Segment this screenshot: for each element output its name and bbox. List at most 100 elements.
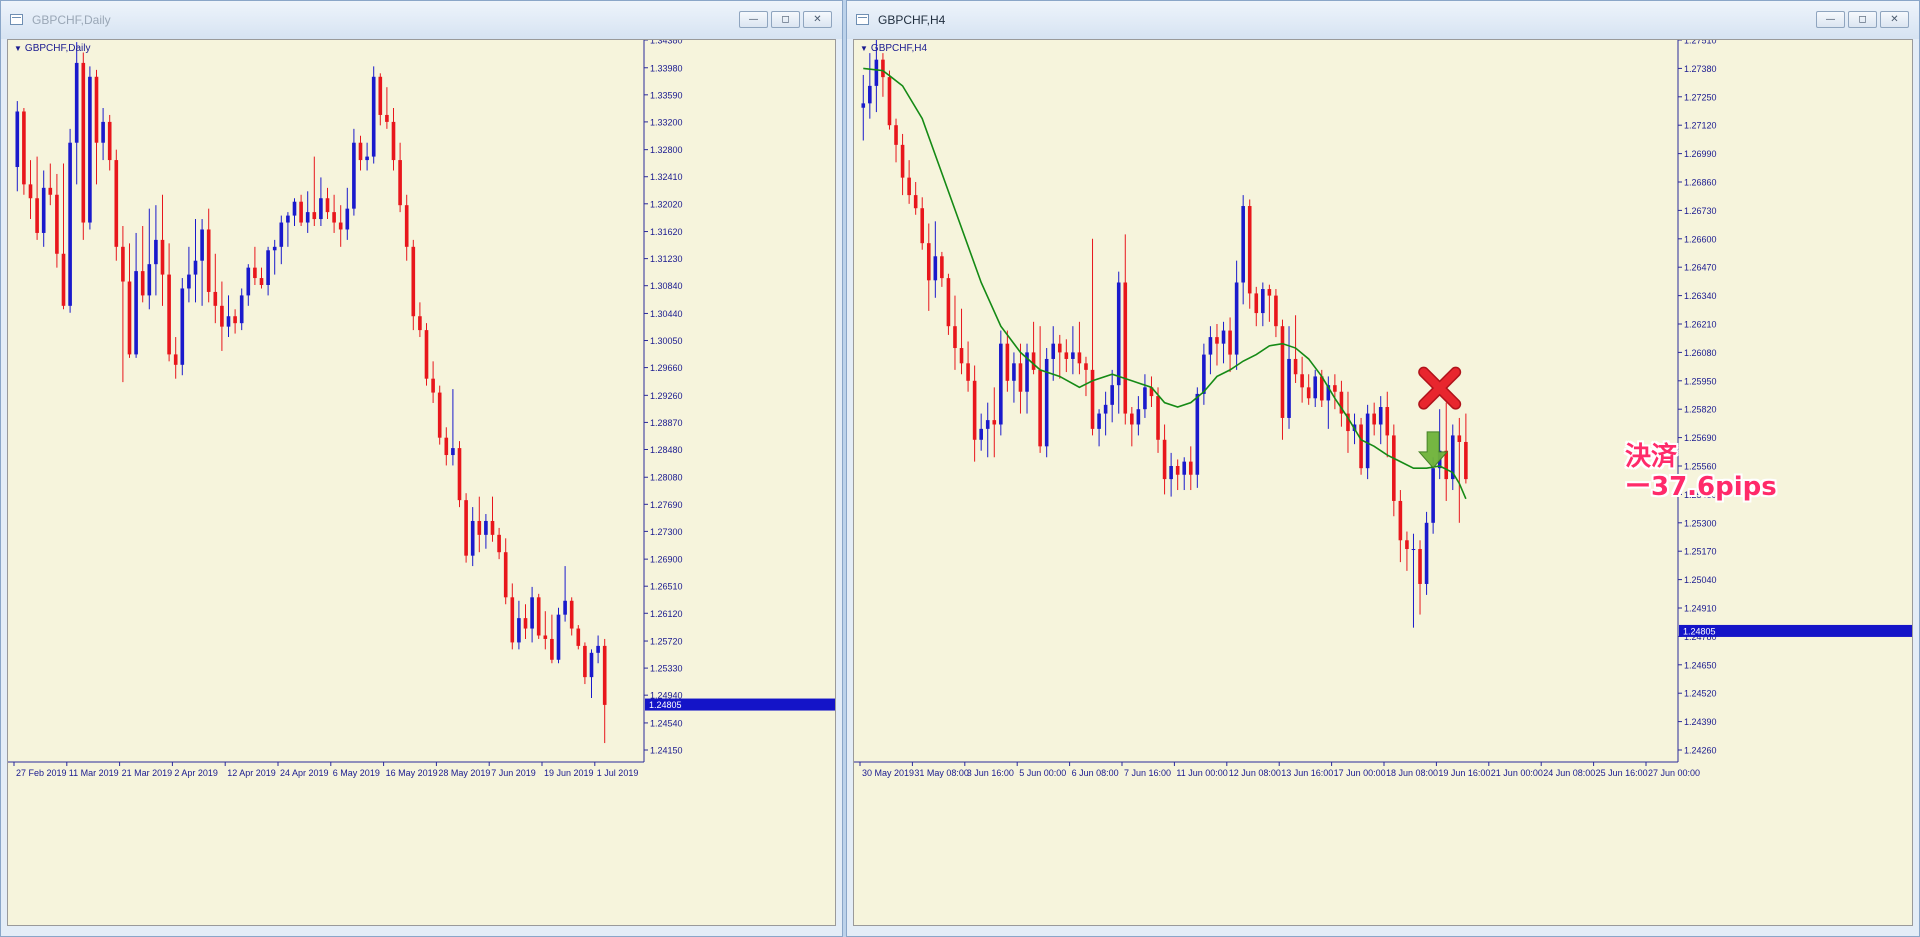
bull-candle: [868, 85, 872, 104]
time-tick-label: 24 Jun 08:00: [1543, 768, 1595, 778]
close-mark-icon: [1418, 366, 1462, 410]
bull-candle: [1097, 413, 1101, 429]
price-tick-label: 1.26730: [1684, 206, 1717, 216]
price-tick-label: 1.24540: [650, 718, 683, 728]
minimize-icon[interactable]: —: [1816, 11, 1845, 28]
window-titlebar[interactable]: GBPCHF,H4 — ◻ ✕: [847, 1, 1919, 39]
bear-candle: [1247, 206, 1252, 294]
bear-candle: [926, 243, 931, 281]
window-titlebar[interactable]: GBPCHF,Daily — ◻ ✕: [1, 1, 842, 39]
price-tick-label: 1.33590: [650, 90, 683, 100]
bull-candle: [1431, 468, 1435, 523]
price-tick-label: 1.33980: [650, 63, 683, 73]
price-tick-label: 1.29260: [650, 391, 683, 401]
price-tick-label: 1.26990: [1684, 149, 1717, 159]
bear-candle: [233, 316, 237, 324]
bull-candle: [147, 264, 152, 296]
bull-candle: [451, 448, 455, 456]
bear-candle: [550, 638, 554, 660]
bear-candle: [464, 500, 468, 556]
bear-candle: [1254, 293, 1259, 314]
bear-candle: [1018, 363, 1023, 392]
price-tick-label: 1.24520: [1684, 689, 1717, 699]
minimize-icon[interactable]: —: [739, 11, 768, 28]
bear-candle: [583, 645, 587, 678]
time-tick-label: 7 Jun 2019: [491, 768, 536, 778]
bear-candle: [497, 534, 501, 553]
price-tick-label: 1.26900: [650, 555, 683, 565]
bear-candle: [1464, 441, 1468, 480]
maximize-icon[interactable]: ◻: [771, 11, 800, 28]
bull-candle: [1116, 282, 1121, 386]
bear-candle: [127, 281, 132, 355]
bear-candle: [1090, 369, 1095, 429]
time-tick-label: 28 May 2019: [438, 768, 490, 778]
time-tick-label: 18 Jun 08:00: [1386, 768, 1438, 778]
bear-candle: [1300, 374, 1304, 388]
chart-symbol-text: GBPCHF,Daily: [24, 43, 91, 54]
bear-candle: [61, 253, 66, 306]
window-controls: — ◻ ✕: [739, 11, 832, 28]
window-title: GBPCHF,Daily: [32, 13, 111, 27]
maximize-icon[interactable]: ◻: [1848, 11, 1877, 28]
price-tick-label: 1.34380: [650, 40, 683, 46]
bear-candle: [114, 160, 119, 247]
bear-candle: [1372, 413, 1376, 425]
bull-candle: [1241, 206, 1245, 283]
bull-candle: [365, 156, 369, 161]
bull-candle: [1103, 404, 1108, 414]
price-tick-label: 1.24910: [1684, 604, 1717, 614]
price-tick-label: 1.26470: [1684, 263, 1717, 273]
bear-candle: [378, 76, 383, 115]
bull-candle: [352, 142, 356, 209]
bear-candle: [391, 121, 396, 161]
bear-candle: [1031, 352, 1036, 370]
bull-candle: [1169, 466, 1173, 480]
bear-candle: [444, 437, 449, 456]
close-icon[interactable]: ✕: [1880, 11, 1909, 28]
chart-menu-icon[interactable]: ▼: [860, 44, 868, 53]
bull-candle: [874, 59, 879, 86]
daily-chart: 1.34380 1.33980 1.33590 1.33200 1.32800 1.324…: [8, 40, 835, 778]
bull-candle: [266, 250, 270, 285]
bear-candle: [312, 212, 317, 220]
price-tick-label: 1.26860: [1684, 178, 1717, 188]
bear-candle: [418, 316, 422, 331]
bull-candle: [1110, 385, 1114, 405]
close-icon[interactable]: ✕: [803, 11, 832, 28]
bear-candle: [1215, 337, 1219, 344]
price-tick-label: 1.27380: [1684, 64, 1717, 74]
price-tick-label: 1.24650: [1684, 660, 1717, 670]
bear-candle: [437, 392, 442, 438]
bear-candle: [959, 348, 964, 364]
chart-symbol-text: GBPCHF,H4: [870, 43, 928, 54]
bear-candle: [48, 187, 53, 195]
chart-menu-icon[interactable]: ▼: [14, 44, 22, 53]
chart-window-daily[interactable]: GBPCHF,Daily — ◻ ✕ 1.34380 1.33980 1.33590…: [0, 0, 843, 937]
price-tick-label: 1.27690: [650, 500, 683, 510]
bull-candle: [371, 76, 376, 157]
bear-candle: [536, 597, 541, 636]
price-tick-label: 1.32410: [650, 172, 683, 182]
bear-candle: [299, 201, 303, 223]
price-tick-label: 1.25330: [650, 664, 683, 674]
bear-candle: [576, 628, 581, 646]
price-tick-label: 1.24150: [650, 746, 683, 756]
bull-candle: [88, 76, 92, 223]
bull-candle: [1424, 522, 1429, 584]
bear-candle: [213, 291, 218, 306]
bear-candle: [206, 229, 211, 292]
annotation-settled: 決済: [1625, 442, 1678, 472]
chart-area-daily[interactable]: 1.34380 1.33980 1.33590 1.33200 1.32800 1.324…: [7, 39, 836, 926]
bear-candle: [411, 246, 416, 317]
chart-symbol-label: ▼ GBPCHF,H4: [860, 43, 927, 54]
bear-candle: [81, 62, 86, 223]
time-tick-label: 17 Jun 00:00: [1334, 768, 1386, 778]
bear-candle: [1267, 289, 1272, 296]
bull-candle: [530, 597, 534, 629]
down-arrow-icon: [1418, 431, 1449, 469]
time-tick-label: 21 Mar 2019: [122, 768, 173, 778]
bull-candle: [999, 343, 1003, 425]
bull-candle: [1221, 330, 1226, 344]
price-tick-label: 1.25300: [1684, 518, 1717, 528]
